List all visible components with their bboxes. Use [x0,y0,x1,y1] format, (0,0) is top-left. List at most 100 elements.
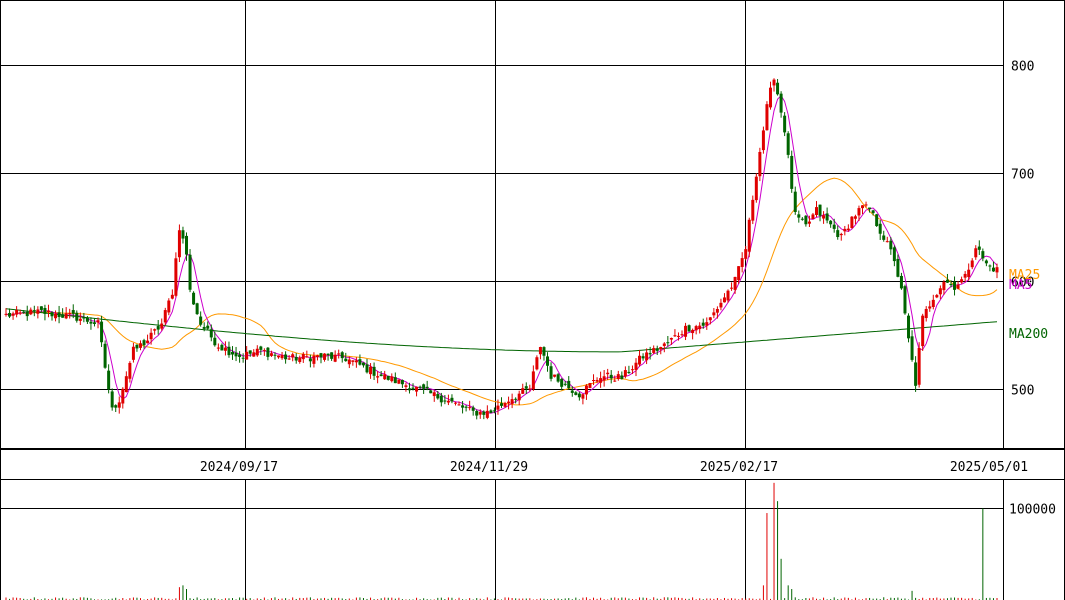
candle-body [188,254,192,290]
candle-body [128,362,132,379]
candle-body [875,214,879,227]
candle [549,362,553,382]
candle-body [592,380,596,382]
candle-body [928,306,932,309]
candle [878,219,882,240]
candle-body [836,230,840,238]
candle [489,409,493,414]
candle [907,313,911,343]
candle-body [103,343,107,368]
candle [531,365,535,391]
candle-body [914,362,918,386]
candle-body [599,378,603,383]
candle [970,258,974,270]
price-tick-label: 700 [1011,168,1034,183]
candle [751,195,755,225]
candle [135,344,139,352]
candle [588,382,592,389]
candle [715,306,719,319]
candle [822,211,826,224]
candle-body [645,352,649,361]
candle [188,249,192,293]
ma-line-ma25 [5,177,998,406]
candle [684,322,688,341]
candle [981,248,985,262]
candle-body [889,240,893,250]
candle [797,210,801,223]
candle-body [768,87,772,108]
candle-body [981,251,985,259]
candle [114,404,118,413]
candle-body [935,295,939,298]
candle-body [602,376,606,381]
candle [616,370,620,381]
candle [652,345,656,355]
candle [963,271,967,282]
candle-body [46,310,50,312]
candle-body [135,344,139,349]
candle-body [241,357,245,359]
candle [397,379,401,385]
candle-body [418,386,422,388]
candle [185,232,189,261]
candle [765,101,769,131]
candle [43,304,47,321]
candle [291,352,295,362]
candle [220,343,224,351]
candle-body [255,348,259,356]
candle [584,384,588,400]
candle-body [730,287,734,289]
candle-body [146,340,150,344]
candle [170,289,174,300]
candle [390,373,394,383]
candle [107,364,111,394]
candle-body [687,325,691,332]
candle-body [266,347,270,357]
candle [620,371,624,380]
candle-body [107,370,111,390]
candle-body [411,387,415,389]
candle-body [751,199,755,221]
candle-body [446,400,450,403]
candle-body [733,276,737,290]
candle-body [4,313,8,315]
candle-body [722,297,726,303]
candle [510,393,514,409]
candle [960,276,964,284]
candle-body [577,393,581,398]
candle-body [666,342,670,344]
candle-body [213,337,217,346]
candle-body [694,326,698,331]
candle-body [64,313,68,319]
candle-body [630,369,634,371]
candle [673,329,677,337]
candle [415,386,419,397]
candle-body [949,284,953,286]
candle-body [475,410,479,416]
candle-body [850,216,854,228]
candle-body [839,233,843,236]
candle [779,91,783,118]
candle-body [383,374,387,380]
candle-body [776,82,780,95]
date-tick-label: 2024/11/29 [450,460,528,475]
candle [358,354,362,366]
candle [744,245,748,261]
candle-body [878,223,882,234]
candle [156,320,160,335]
candle-body [436,394,440,399]
candle-body [634,362,638,370]
candle-body [765,104,769,131]
candle [223,341,227,356]
candle [323,353,327,362]
candle-body [425,386,429,389]
candle [793,186,797,215]
candle [124,371,128,393]
candle [914,356,918,392]
candle [209,324,213,342]
candle-body [386,375,390,380]
candle [181,226,185,244]
candle [843,225,847,236]
candle-body [567,380,571,389]
candle [340,351,344,363]
